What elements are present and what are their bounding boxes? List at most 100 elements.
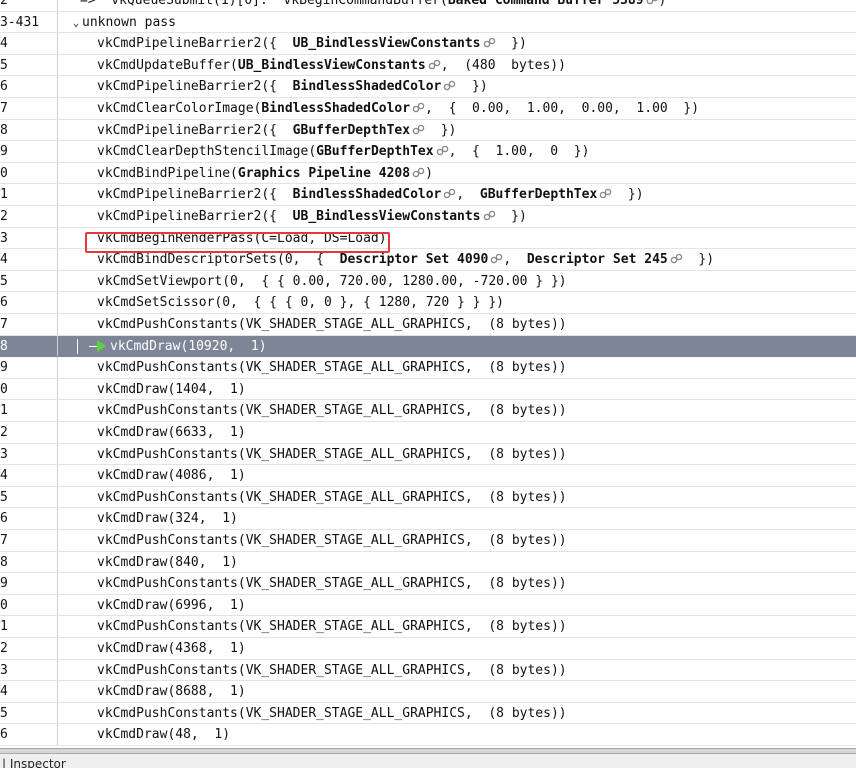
event-row[interactable]: 4 vkCmdPipelineBarrier2({ UB_BindlessView…: [0, 33, 856, 55]
event-row[interactable]: 5 vkCmdSetViewport(0, { { 0.00, 720.00, 1…: [0, 270, 856, 293]
resource-name[interactable]: UB_BindlessViewConstants: [293, 209, 481, 224]
resource-link-icon[interactable]: [436, 145, 449, 156]
event-row[interactable]: 5 vkCmdUpdateBuffer(UB_BindlessViewConsta…: [0, 54, 856, 77]
event-id-cell: 6: [0, 508, 58, 529]
resource-link-icon[interactable]: [412, 102, 425, 113]
resource-link-icon[interactable]: [483, 210, 496, 221]
event-label: vkCmdPushConstants(VK_SHADER_STAGE_ALL_G…: [97, 400, 567, 421]
event-id-cell: 4: [0, 33, 58, 54]
resource-link-icon[interactable]: [599, 188, 612, 199]
resource-name[interactable]: Graphics Pipeline 4208: [238, 166, 410, 181]
event-text: vkCmdPipelineBarrier2({: [97, 36, 293, 52]
resource-name[interactable]: GBufferDepthTex: [480, 187, 597, 202]
event-row[interactable]: 2 vkCmdDraw(4368, 1): [0, 638, 856, 660]
event-row[interactable]: 9 vkCmdPushConstants(VK_SHADER_STAGE_ALL_…: [0, 357, 856, 379]
event-id-cell: 8: [0, 335, 58, 357]
event-id-cell: 5: [0, 486, 58, 508]
resource-name[interactable]: GBufferDepthTex: [293, 123, 410, 138]
resource-link-icon[interactable]: [490, 253, 503, 264]
event-row[interactable]: 3 vkCmdPushConstants(VK_SHADER_STAGE_ALL_…: [0, 443, 856, 466]
event-row[interactable]: 9 vkCmdPushConstants(VK_SHADER_STAGE_ALL_…: [0, 573, 856, 595]
event-id-cell: 3: [0, 227, 58, 249]
event-row[interactable]: 6 vkCmdPipelineBarrier2({ BindlessShadedC…: [0, 76, 856, 98]
event-row[interactable]: 7 vkCmdClearColorImage(BindlessShadedColo…: [0, 98, 856, 120]
resource-name[interactable]: Descriptor Set 245: [527, 252, 668, 267]
resource-link-icon[interactable]: [443, 188, 456, 199]
event-row[interactable]: 2 => vkQueueSubmit(1)[0]: vkBeginCommandB…: [0, 0, 856, 12]
resource-link-icon[interactable]: [483, 37, 496, 48]
event-text: ): [425, 165, 433, 181]
event-row[interactable]: 9 vkCmdClearDepthStencilImage(GBufferDept…: [0, 141, 856, 163]
event-label: vkCmdPushConstants(VK_SHADER_STAGE_ALL_G…: [97, 573, 567, 594]
event-text: ,: [456, 187, 480, 203]
event-label: vkCmdSetViewport(0, { { 0.00, 720.00, 12…: [97, 271, 567, 292]
event-id-cell: 2: [0, 0, 58, 11]
resource-link-icon[interactable]: [412, 167, 425, 178]
event-row[interactable]: 7 vkCmdPushConstants(VK_SHADER_STAGE_ALL_…: [0, 530, 856, 552]
event-row[interactable]: 2 vkCmdPipelineBarrier2({ UB_BindlessView…: [0, 206, 856, 228]
event-id-cell: 6: [0, 292, 58, 313]
event-row[interactable]: 5 vkCmdPushConstants(VK_SHADER_STAGE_ALL_…: [0, 486, 856, 509]
resource-name[interactable]: Baked Command Buffer 5389: [448, 0, 644, 8]
chevron-down-icon[interactable]: ⌄: [70, 12, 82, 33]
resource-inspector-tab-title[interactable]: | Inspector: [0, 754, 856, 768]
event-text: vkCmdSetViewport(0, { { 0.00, 720.00, 12…: [97, 273, 567, 289]
event-text: vkCmdPushConstants(VK_SHADER_STAGE_ALL_G…: [97, 533, 567, 548]
event-row[interactable]: 6 vkCmdDraw(48, 1): [0, 724, 856, 746]
event-row[interactable]: 1 vkCmdPushConstants(VK_SHADER_STAGE_ALL_…: [0, 400, 856, 422]
event-row[interactable]: 6 vkCmdSetScissor(0, { { { 0, 0 }, { 1280…: [0, 292, 856, 314]
resource-name[interactable]: BindlessShadedColor: [261, 101, 410, 116]
event-text: vkCmdPipelineBarrier2({: [97, 187, 293, 203]
event-label: vkCmdDraw(6996, 1): [97, 595, 246, 616]
event-label: vkCmdPipelineBarrier2({ BindlessShadedCo…: [97, 184, 644, 205]
event-label: vkCmdPushConstants(VK_SHADER_STAGE_ALL_G…: [97, 314, 567, 335]
event-text: vkCmdPipelineBarrier2({: [97, 122, 293, 138]
event-id-cell: 0: [0, 162, 58, 184]
event-row[interactable]: 0 vkCmdBindPipeline(Graphics Pipeline 420…: [0, 162, 856, 185]
resource-name[interactable]: UB_BindlessViewConstants: [238, 58, 426, 73]
pass-row[interactable]: 3-431 ⌄ unknown pass: [0, 11, 856, 34]
event-row[interactable]: 6 vkCmdDraw(324, 1): [0, 508, 856, 530]
event-id-cell: 2: [0, 206, 58, 227]
event-text: vkCmdPushConstants(VK_SHADER_STAGE_ALL_G…: [97, 489, 567, 505]
event-row[interactable]: 5 vkCmdPushConstants(VK_SHADER_STAGE_ALL_…: [0, 702, 856, 725]
resource-link-icon[interactable]: [646, 0, 659, 5]
event-text: => vkQueueSubmit(1)[0]: vkBeginCommandBu…: [80, 0, 448, 8]
resource-link-icon[interactable]: [670, 253, 683, 264]
resource-name[interactable]: UB_BindlessViewConstants: [293, 36, 481, 51]
event-row[interactable]: 1 vkCmdPipelineBarrier2({ BindlessShadedC…: [0, 184, 856, 206]
resource-name[interactable]: GBufferDepthTex: [316, 144, 433, 159]
event-row[interactable]: 1 vkCmdPushConstants(VK_SHADER_STAGE_ALL_…: [0, 616, 856, 638]
event-row[interactable]: 8 vkCmdDraw(840, 1): [0, 551, 856, 574]
event-row[interactable]: 0 vkCmdDraw(1404, 1): [0, 378, 856, 401]
event-text: ,: [503, 252, 527, 268]
resource-link-icon[interactable]: [412, 124, 425, 135]
event-label: vkCmdPushConstants(VK_SHADER_STAGE_ALL_G…: [97, 660, 567, 681]
resource-link-icon[interactable]: [443, 80, 456, 91]
event-label: vkCmdClearColorImage(BindlessShadedColor…: [97, 98, 699, 119]
resource-name[interactable]: BindlessShadedColor: [293, 187, 442, 202]
event-row[interactable]: 3 vkCmdPushConstants(VK_SHADER_STAGE_ALL_…: [0, 659, 856, 682]
event-label: vkCmdDraw(4086, 1): [97, 465, 246, 486]
resource-name[interactable]: Descriptor Set 4090: [340, 252, 489, 267]
event-row[interactable]: 4 vkCmdDraw(4086, 1): [0, 465, 856, 487]
event-label: vkCmdDraw(10920, 1): [77, 336, 267, 357]
event-text: vkCmdPipelineBarrier2({: [97, 209, 293, 224]
event-text: vkCmdDraw(840, 1): [97, 554, 238, 570]
tree-guide-branch: [89, 345, 97, 347]
resource-name[interactable]: BindlessShadedColor: [293, 79, 442, 94]
event-browser-tree[interactable]: 2 => vkQueueSubmit(1)[0]: vkBeginCommandB…: [0, 0, 856, 748]
resource-link-icon[interactable]: [428, 59, 441, 70]
event-row[interactable]: 7 vkCmdPushConstants(VK_SHADER_STAGE_ALL_…: [0, 314, 856, 336]
event-row[interactable]: 8 vkCmdPipelineBarrier2({ GBufferDepthTex…: [0, 119, 856, 142]
event-id-cell: 9: [0, 573, 58, 594]
event-id-cell: 3: [0, 659, 58, 681]
event-row-selected[interactable]: 8 vkCmdDraw(10920, 1): [0, 335, 856, 358]
event-id-cell: 7: [0, 530, 58, 551]
event-id-cell: 1: [0, 184, 58, 205]
event-id-cell: 4: [0, 249, 58, 270]
event-row[interactable]: 2 vkCmdDraw(6633, 1): [0, 422, 856, 444]
event-id-cell: 5: [0, 54, 58, 76]
event-row[interactable]: 0 vkCmdDraw(6996, 1): [0, 594, 856, 617]
event-row[interactable]: 4 vkCmdDraw(8688, 1): [0, 681, 856, 703]
